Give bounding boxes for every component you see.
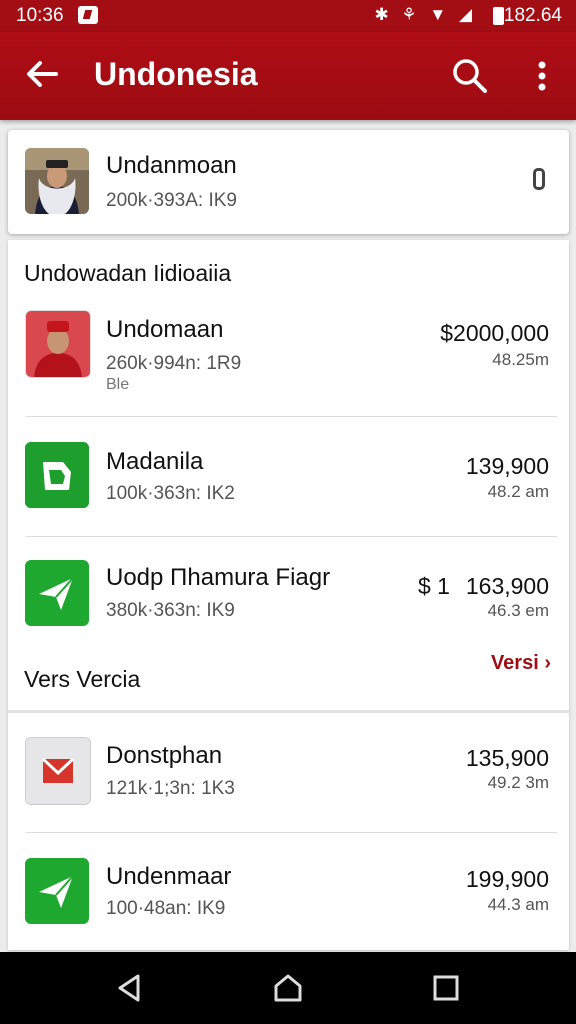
item-meta: 380k·363n: IK9 [106,600,235,621]
item-subvalue: 48.25m [492,350,549,369]
see-more-label: Versi [490,652,539,674]
battery-level: 182.64 [503,5,562,26]
more-vert-icon[interactable] [524,54,560,98]
item-subvalue: 44.3 am [487,895,549,914]
divider [26,416,557,417]
mail-icon [25,737,91,805]
back-nav-icon[interactable] [112,970,148,1006]
item-price: 199,900 [465,866,549,892]
item-name: Madanila [106,448,204,475]
send-icon [25,858,89,924]
item-name: Uodp Πhamura Fiagr [106,564,331,591]
item-meta: 100k·363n: IK2 [106,483,235,504]
chevron-right-icon: › [544,652,551,674]
section-title: Vers Vercia [24,666,141,692]
item-image [25,310,91,378]
item-price: 163,900 [465,573,549,599]
divider [26,832,557,833]
section-divider [8,710,569,713]
content-panel: Undowadan Iidioaiia Undomaan 260k·994n: … [8,240,569,950]
item-app-icon [25,442,89,508]
status-icons: ✱ ⚘ ▼ ◢ [374,5,476,24]
arrow-left-icon[interactable] [22,54,62,94]
item-price-prefix: $ 1 [418,573,450,599]
item-extra: Ble [106,376,130,393]
profile-name: Undanmoan [106,152,237,179]
item-name: Undenmaar [106,863,232,890]
avatar [25,148,89,214]
item-subvalue: 46.3 em [487,601,549,620]
profile-card[interactable]: Undanmoan 200k·393A: IK9 [8,130,569,234]
item-name: Undomaan [106,316,224,343]
app-bar: Undonesia [0,32,576,120]
item-name: Donstphan [106,742,223,769]
battery-icon [493,7,504,25]
profile-meta: 200k·393A: IK9 [106,190,237,211]
status-time: 10:36 [16,5,64,26]
navigation-bar [0,952,576,1024]
item-subvalue: 49.2 3m [487,773,549,792]
recents-nav-icon[interactable] [428,970,464,1006]
item-meta: 260k·994n: 1R9 [106,353,242,374]
notification-icon [78,6,98,24]
divider [26,536,557,537]
page-title: Undonesia [94,56,258,92]
item-price: 139,900 [465,453,549,479]
item-meta: 100·48an: IK9 [106,898,226,919]
battery-outline-icon [533,168,545,190]
home-nav-icon[interactable] [270,970,306,1006]
send-icon [25,560,89,626]
item-meta: 121k·1;3n: 1K3 [106,778,235,799]
see-more-link[interactable]: Versi › [491,652,551,675]
item-subvalue: 48.2 am [487,482,549,501]
item-price: $2000,000 [440,320,549,346]
section-title: Undowadan Iidioaiia [24,260,232,286]
search-icon[interactable] [448,54,492,98]
status-bar: 10:36 ✱ ⚘ ▼ ◢ 182.64 [0,0,576,32]
item-price: 135,900 [465,745,549,771]
